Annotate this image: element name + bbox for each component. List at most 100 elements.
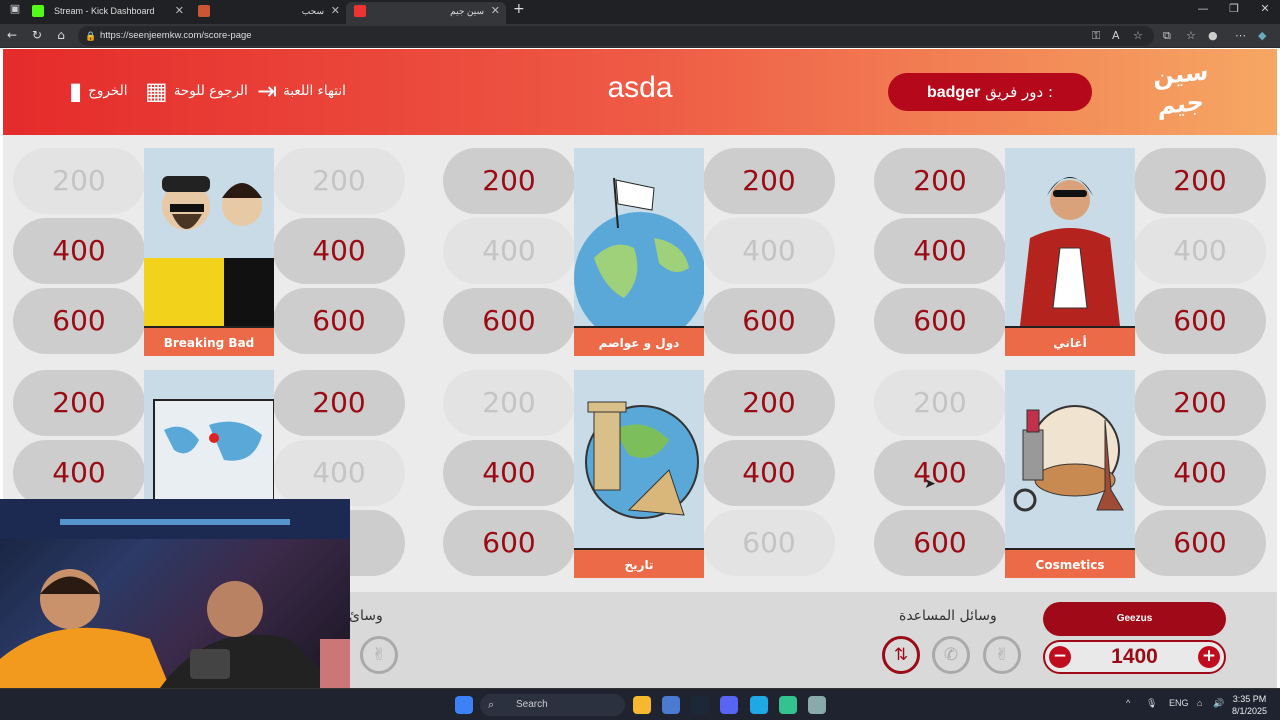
question-button-0-right-400[interactable]: 400 bbox=[273, 218, 405, 284]
favorite-star-icon[interactable]: ☆ bbox=[1133, 29, 1143, 42]
url-text: https://seenjeemkw.com/score-page bbox=[100, 30, 252, 41]
microphone-icon[interactable]: 🎙 bbox=[1146, 698, 1157, 709]
clock[interactable]: 3:35 PM 8/1/2025 bbox=[1232, 693, 1267, 717]
question-button-4-left-200[interactable]: 200 bbox=[443, 370, 575, 436]
tray-chevron-icon[interactable]: ^ bbox=[1126, 698, 1130, 708]
taskbar-search[interactable]: ⌕ Search bbox=[480, 694, 625, 716]
question-button-0-right-200[interactable]: 200 bbox=[273, 148, 405, 214]
url-field[interactable]: 🔒 https://seenjeemkw.com/score-page bbox=[78, 26, 1154, 46]
category-label: أغاني bbox=[1005, 326, 1135, 356]
question-button-2-right-600[interactable]: 600 bbox=[1134, 288, 1266, 354]
question-button-1-right-600[interactable]: 600 bbox=[703, 288, 835, 354]
favorites-icon[interactable]: ☆ bbox=[1186, 29, 1196, 42]
category-card[interactable]: تاريخ bbox=[574, 370, 704, 578]
question-button-1-left-600[interactable]: 600 bbox=[443, 288, 575, 354]
question-button-2-right-400[interactable]: 400 bbox=[1134, 218, 1266, 284]
tab-sahb[interactable]: سحب ✕ bbox=[190, 2, 346, 24]
maximize-icon[interactable]: ❐ bbox=[1219, 2, 1249, 15]
copilot-icon[interactable]: ◆ bbox=[1258, 29, 1266, 42]
question-button-1-left-400[interactable]: 400 bbox=[443, 218, 575, 284]
peace-hand-aid-icon[interactable]: ✌ bbox=[983, 636, 1021, 674]
seenjeem-icon bbox=[354, 5, 366, 17]
edge-icon[interactable] bbox=[750, 696, 768, 714]
site-icon bbox=[198, 5, 210, 17]
settings-icon[interactable] bbox=[808, 696, 826, 714]
taskbar: ⌕ Search ^ 🎙 ENG ⌂ 🔊 3:35 PM 8/1/2025 bbox=[0, 688, 1280, 720]
category-card[interactable]: أغاني bbox=[1005, 148, 1135, 356]
profile-avatar[interactable]: ● bbox=[1208, 29, 1218, 42]
key-icon[interactable]: ⚿ bbox=[1092, 29, 1100, 43]
close-tab-icon[interactable]: ✕ bbox=[331, 2, 340, 20]
new-tab-button[interactable]: + bbox=[513, 1, 525, 17]
question-button-2-left-400[interactable]: 400 bbox=[874, 218, 1006, 284]
question-button-0-left-600[interactable]: 600 bbox=[13, 288, 145, 354]
question-button-0-left-200[interactable]: 200 bbox=[13, 148, 145, 214]
search-placeholder: Search bbox=[516, 699, 548, 710]
steam-icon[interactable] bbox=[691, 696, 709, 714]
question-button-4-right-200[interactable]: 200 bbox=[703, 370, 835, 436]
tab-seen-jeem[interactable]: سين جيم ✕ bbox=[346, 2, 506, 24]
more-menu-icon[interactable]: ⋯ bbox=[1235, 29, 1246, 42]
helpers-label-team-1: وسائ bbox=[349, 608, 383, 624]
question-button-5-left-600[interactable]: 600 bbox=[874, 510, 1006, 576]
question-button-2-left-600[interactable]: 600 bbox=[874, 288, 1006, 354]
tab-title: سحب bbox=[301, 6, 324, 16]
category-label: Cosmetics bbox=[1005, 548, 1135, 578]
question-button-4-right-600[interactable]: 600 bbox=[703, 510, 835, 576]
question-button-5-right-600[interactable]: 600 bbox=[1134, 510, 1266, 576]
close-tab-icon[interactable]: ✕ bbox=[491, 2, 500, 20]
question-button-3-right-400[interactable]: 400 bbox=[273, 440, 405, 506]
category-card[interactable]: Breaking Bad bbox=[144, 148, 274, 356]
close-tab-icon[interactable]: ✕ bbox=[175, 2, 184, 20]
phone-call-aid-icon[interactable]: ✆ bbox=[932, 636, 970, 674]
question-button-2-left-200[interactable]: 200 bbox=[874, 148, 1006, 214]
question-button-0-right-600[interactable]: 600 bbox=[273, 288, 405, 354]
question-button-1-right-200[interactable]: 200 bbox=[703, 148, 835, 214]
network-icon[interactable]: ⌂ bbox=[1197, 698, 1202, 708]
minimize-icon[interactable]: — bbox=[1188, 2, 1218, 15]
question-button-3-right-200[interactable]: 200 bbox=[273, 370, 405, 436]
category-card[interactable]: Cosmetics bbox=[1005, 370, 1135, 578]
mouse-cursor-icon: ➤ bbox=[924, 476, 936, 492]
back-icon[interactable]: ← bbox=[4, 28, 20, 42]
turn-team-name: badger bbox=[926, 84, 981, 101]
windows-start-icon[interactable] bbox=[455, 696, 473, 714]
question-button-4-left-600[interactable]: 600 bbox=[443, 510, 575, 576]
swap-aid-icon[interactable]: ⇅ bbox=[882, 636, 920, 674]
app-icon[interactable] bbox=[779, 696, 797, 714]
close-window-icon[interactable]: ✕ bbox=[1250, 2, 1280, 15]
browser-tab-bar: ▣ Stream - Kick Dashboard ✕ سحب ✕ سين جي… bbox=[0, 0, 1280, 24]
read-aloud-icon[interactable]: A bbox=[1112, 29, 1120, 42]
tab-kick-dashboard[interactable]: Stream - Kick Dashboard ✕ bbox=[24, 2, 190, 24]
volume-icon[interactable]: 🔊 bbox=[1213, 698, 1224, 709]
question-button-0-left-400[interactable]: 400 bbox=[13, 218, 145, 284]
peace-hand-aid-icon[interactable]: ✌ bbox=[360, 636, 398, 674]
store-icon[interactable] bbox=[662, 696, 680, 714]
question-button-5-right-200[interactable]: 200 bbox=[1134, 370, 1266, 436]
question-button-5-right-400[interactable]: 400 bbox=[1134, 440, 1266, 506]
discord-icon[interactable] bbox=[720, 696, 738, 714]
category-card[interactable]: دول و عواصم bbox=[574, 148, 704, 356]
home-icon[interactable]: ⌂ bbox=[53, 28, 69, 42]
increase-score-button[interactable]: + bbox=[1198, 646, 1220, 668]
language-indicator[interactable]: ENG bbox=[1169, 698, 1189, 708]
globe-flag-illustration bbox=[574, 177, 704, 326]
question-button-2-right-200[interactable]: 200 bbox=[1134, 148, 1266, 214]
helpers-label-team-2: وسائل المساعدة bbox=[899, 608, 997, 624]
category-label: تاريخ bbox=[574, 548, 704, 578]
decrease-score-button[interactable]: − bbox=[1049, 646, 1071, 668]
question-button-1-right-400[interactable]: 400 bbox=[703, 218, 835, 284]
extension-icon[interactable]: ⧉ bbox=[1163, 29, 1171, 43]
team-name-badge: Geezus bbox=[1043, 602, 1226, 636]
question-button-4-right-400[interactable]: 400 bbox=[703, 440, 835, 506]
question-button-3-left-200[interactable]: 200 bbox=[13, 370, 145, 436]
question-button-5-left-200[interactable]: 200 bbox=[874, 370, 1006, 436]
file-explorer-icon[interactable] bbox=[633, 696, 651, 714]
question-button-5-left-400[interactable]: 400 bbox=[874, 440, 1006, 506]
question-button-4-left-400[interactable]: 400 bbox=[443, 440, 575, 506]
question-button-1-left-200[interactable]: 200 bbox=[443, 148, 575, 214]
question-button-3-left-400[interactable]: 400 bbox=[13, 440, 145, 506]
seenjeem-logo[interactable]: سين جيم bbox=[1141, 55, 1221, 131]
score-stepper: 1400 − + bbox=[1043, 640, 1226, 674]
reload-icon[interactable]: ↻ bbox=[29, 28, 45, 42]
